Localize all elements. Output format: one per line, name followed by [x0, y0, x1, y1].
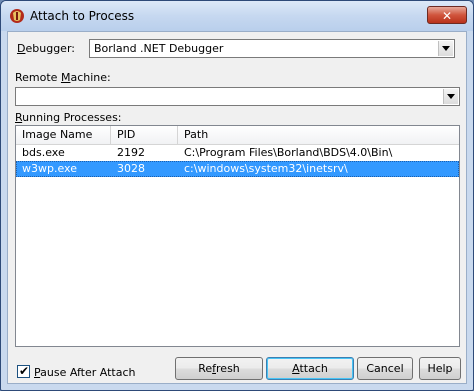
cancel-button[interactable]: Cancel [357, 357, 413, 380]
process-row[interactable]: bds.exe 2192 C:\Program Files\Borland\BD… [16, 145, 459, 161]
chevron-down-icon [447, 94, 455, 99]
close-button[interactable]: ✕ [427, 6, 467, 24]
refresh-button[interactable]: Refresh [175, 357, 263, 380]
process-path: C:\Program Files\Borland\BDS\4.0\Bin\ [184, 146, 393, 159]
process-pid: 2192 [117, 146, 145, 159]
process-pid: 3028 [117, 162, 145, 175]
process-list-header: Image Name PID Path [16, 126, 459, 145]
window-title: Attach to Process [30, 9, 135, 23]
pause-after-attach-label[interactable]: Pause After Attach [34, 366, 135, 379]
remote-machine-combo[interactable] [15, 87, 460, 106]
running-processes-label: Running Processes: [15, 111, 122, 124]
close-icon: ✕ [441, 9, 453, 23]
column-header-image-name[interactable]: Image Name [16, 126, 111, 144]
pause-after-attach-checkbox[interactable]: ✔ [17, 364, 30, 378]
remote-machine-dropdown-button[interactable] [443, 89, 458, 104]
attach-dialog: Attach to Process ✕ Debugger: Borland .N… [0, 0, 474, 391]
dialog-body: Debugger: Borland .NET Debugger Remote M… [7, 31, 467, 384]
debugger-dropdown-button[interactable] [438, 41, 453, 56]
process-path: c:\windows\system32\inetsrv\ [184, 162, 348, 175]
attach-button[interactable]: Attach [266, 357, 354, 380]
debugger-select[interactable]: Borland .NET Debugger [89, 39, 455, 58]
process-image-name: w3wp.exe [22, 162, 77, 175]
chevron-down-icon [442, 46, 450, 51]
debugger-label: Debugger: [17, 42, 75, 55]
process-list[interactable]: Image Name PID Path bds.exe 2192 C:\Prog… [15, 125, 460, 347]
help-button[interactable]: Help [419, 357, 461, 380]
column-header-pid[interactable]: PID [111, 126, 178, 144]
debugger-select-value: Borland .NET Debugger [94, 42, 224, 55]
borland-app-icon [10, 9, 24, 23]
checkmark-icon: ✔ [19, 364, 30, 378]
process-image-name: bds.exe [22, 146, 65, 159]
column-header-path[interactable]: Path [178, 126, 460, 144]
remote-machine-label: Remote Machine: [15, 71, 111, 84]
process-row[interactable]: w3wp.exe 3028 c:\windows\system32\inetsr… [16, 161, 459, 177]
title-bar[interactable]: Attach to Process ✕ [1, 1, 473, 31]
